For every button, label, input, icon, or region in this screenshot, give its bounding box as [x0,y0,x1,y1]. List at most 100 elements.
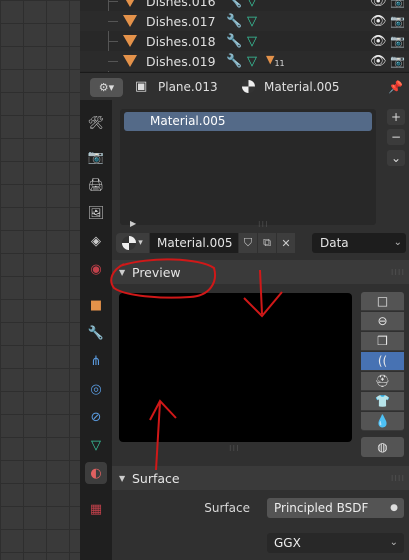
distribution-dropdown[interactable]: GGX ⌄ [267,533,404,553]
wrench-icon[interactable]: 🔧 [226,54,242,69]
scene-tab-icon[interactable]: ◈ [85,230,107,252]
view-layer-tab-icon[interactable]: 🖼 [85,202,107,224]
expand-icon[interactable]: ▶ [130,219,136,228]
shader-ball-preview-button[interactable]: ⛑ [361,372,404,391]
properties-header: ⚙▾ ▣ Plane.013 Material.005 📌 [80,72,409,100]
material-properties: Material.005 ▶ ⁝⁝⁝ + − ⌄ ▾ Material.005 … [112,100,409,560]
mesh-object-icon [123,55,137,67]
camera-icon[interactable]: 📷 [390,34,405,48]
resize-grip[interactable]: ⁝⁝⁝ [229,444,240,453]
mesh-object-icon [123,15,137,27]
remove-slot-button[interactable]: − [387,129,405,145]
tree-branch [108,20,118,22]
unlink-close-icon[interactable]: ✕ [277,233,295,253]
texture-tab-icon[interactable]: ▦ [85,498,107,520]
data-tab-icon[interactable]: ▽ [85,434,107,456]
material-sphere-icon [242,80,255,93]
tree-branch [108,40,118,42]
3d-viewport[interactable] [0,0,80,560]
outliner-row[interactable]: Dishes.019 🔧 ▽ ▼11 👁 📷 [80,51,409,71]
constraints-tab-icon[interactable]: ⊘ [85,406,107,428]
world-tab-icon[interactable]: ◉ [85,258,107,280]
outliner[interactable]: Dishes.016 🔧 ▽ 👁 📷 Dishes.017 🔧 ▽ 👁 📷 Di… [80,0,409,72]
eye-icon[interactable]: 👁 [370,34,387,49]
flat-preview-button[interactable]: □ [361,292,404,311]
drag-grip[interactable]: ⁝⁝⁝⁝ [391,474,405,483]
surface-shader-field[interactable]: Principled BSDF ● [267,498,404,518]
sphere-preview-button[interactable]: ⊖ [361,312,404,331]
material-slot-list[interactable]: Material.005 ▶ ⁝⁝⁝ [120,109,376,229]
material-datablock-row: ▾ Material.005 ⛉ ⧉ ✕ Data ⌄ [116,233,406,253]
material-slot-item[interactable]: Material.005 [124,112,372,131]
pin-icon[interactable]: 📌 [388,80,403,94]
output-tab-icon[interactable]: 🖨 [85,174,107,196]
link-value: Data [320,236,349,250]
outliner-row[interactable]: Dishes.016 🔧 ▽ 👁 📷 [80,0,409,11]
cloth-preview-button[interactable]: 👕 [361,392,404,411]
tree-branch [108,60,118,62]
material-icon[interactable]: ▼11 [266,53,285,68]
material-count: 11 [274,59,285,69]
physics-tab-icon[interactable]: ◎ [85,378,107,400]
tree-branch [108,0,118,2]
object-breadcrumb[interactable]: Plane.013 [158,80,218,94]
preview-panel-header[interactable]: ▼ Preview ⁝⁝⁝⁝ [112,260,409,284]
link-dropdown[interactable]: Data ⌄ [312,233,406,253]
object-name: Dishes.016 [146,0,216,9]
duplicate-icon[interactable]: ⧉ [258,233,276,253]
modifier-tab-icon[interactable]: 🔧 [85,322,107,344]
cube-preview-button[interactable]: ❒ [361,332,404,351]
hair-preview-button[interactable]: (( [361,352,404,371]
fake-user-shield-icon[interactable]: ⛉ [239,233,257,253]
object-tab-icon[interactable]: ■ [85,294,107,316]
resize-grip[interactable]: ⁝⁝⁝ [258,220,269,229]
add-slot-button[interactable]: + [387,109,405,125]
browse-material-button[interactable]: ▾ [116,233,149,253]
camera-icon[interactable]: 📷 [390,0,405,8]
outliner-row[interactable]: Dishes.017 🔧 ▽ 👁 📷 [80,11,409,31]
distribution-value: GGX [274,536,301,550]
mesh-data-icon[interactable]: ▽ [247,0,257,9]
material-preview [119,293,352,442]
mesh-object-icon [123,0,137,7]
render-tab-icon[interactable]: 📷 [85,146,107,168]
editor-type-button[interactable]: ⚙▾ [90,78,123,97]
world-lighting-button[interactable]: ◍ [361,437,404,457]
object-name: Dishes.018 [146,33,216,49]
surface-label: Surface [204,501,250,515]
material-name-field[interactable]: Material.005 [150,233,238,253]
camera-icon[interactable]: 📷 [390,14,405,28]
particles-tab-icon[interactable]: ⋔ [85,350,107,372]
object-name: Dishes.019 [146,53,216,69]
wrench-icon[interactable]: 🔧 [226,14,242,29]
mesh-data-icon[interactable]: ▽ [247,14,257,29]
object-name: Dishes.017 [146,13,216,29]
outliner-row[interactable]: Dishes.018 🔧 ▽ 👁 📷 [80,31,409,51]
slot-menu-button[interactable]: ⌄ [387,150,405,166]
object-icon: ▣ [135,79,148,94]
camera-icon[interactable]: 📷 [390,54,405,68]
material-tab-icon[interactable]: ◐ [85,462,107,484]
material-breadcrumb[interactable]: Material.005 [264,80,339,94]
chevron-down-icon: ⌄ [393,237,402,248]
wrench-icon[interactable]: 🔧 [226,0,242,9]
mesh-data-icon[interactable]: ▽ [247,34,257,49]
panel-title: Preview [132,264,181,280]
panel-title: Surface [132,470,180,486]
eye-icon[interactable]: 👁 [370,54,387,69]
mesh-data-icon[interactable]: ▽ [247,54,257,69]
collapse-arrow-icon[interactable]: ▼ [119,268,125,277]
eye-icon[interactable]: 👁 [370,14,387,29]
surface-panel-header[interactable]: ▼ Surface ⁝⁝⁝⁝ [112,466,409,490]
drag-grip[interactable]: ⁝⁝⁝⁝ [391,268,405,277]
fluid-preview-button[interactable]: 💧 [361,412,404,431]
properties-tab-bar: 🛠 📷 🖨 🖼 ◈ ◉ ■ 🔧 ⋔ ◎ ⊘ ▽ ◐ ▦ [80,100,112,560]
material-sphere-icon [122,236,137,250]
wrench-icon[interactable]: 🔧 [226,34,242,49]
socket-dot-icon: ● [390,503,398,513]
collapse-arrow-icon[interactable]: ▼ [119,474,125,483]
eye-icon[interactable]: 👁 [370,0,387,9]
shader-name: Principled BSDF [274,501,369,515]
chevron-down-icon: ⌄ [389,537,398,548]
tool-tab-icon[interactable]: 🛠 [85,112,107,134]
